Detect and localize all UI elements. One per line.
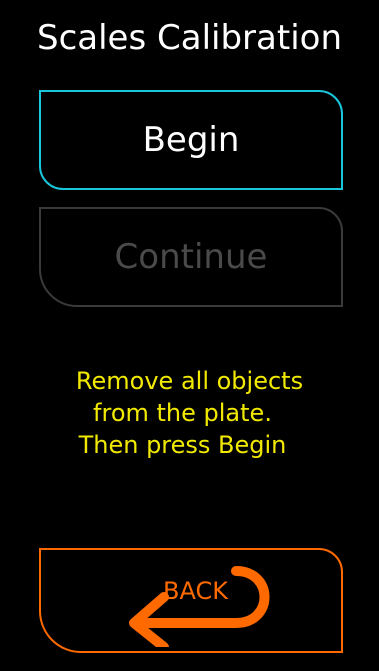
continue-button-label: Continue	[114, 237, 268, 277]
back-button-label: BACK	[163, 577, 228, 605]
begin-button-label: Begin	[142, 120, 240, 160]
back-button[interactable]: BACK	[39, 548, 343, 653]
continue-button: Continue	[39, 207, 343, 307]
page-title: Scales Calibration	[37, 18, 342, 58]
begin-button[interactable]: Begin	[39, 90, 343, 190]
instruction-line-1: Remove all objects	[75, 367, 304, 395]
instruction-line-2: from the plate.	[93, 399, 272, 427]
instruction-line-3: Then press Begin	[78, 431, 287, 459]
instruction-text: Remove all objects from the plate. Then …	[0, 365, 379, 461]
